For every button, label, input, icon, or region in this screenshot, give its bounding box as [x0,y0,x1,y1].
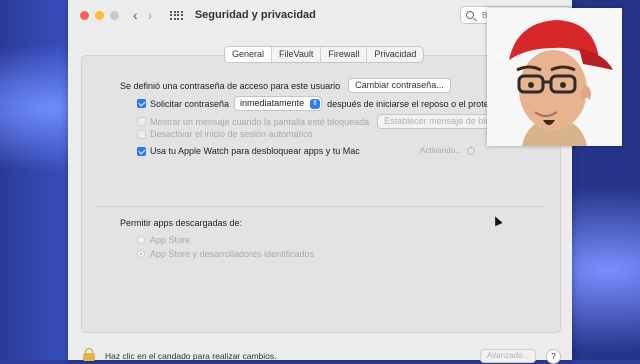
footer-bar: Haz clic en el candado para realizar cam… [68,344,572,364]
show-message-row: Mostrar un mensaje cuando la pantalla es… [137,114,518,129]
apple-watch-row: Usa tu Apple Watch para desbloquear apps… [137,146,360,156]
show-all-grid-icon[interactable] [170,10,183,20]
tab-firewall[interactable]: Firewall [320,47,366,62]
show-message-checkbox[interactable] [137,117,146,126]
radio-app-store[interactable] [137,236,145,244]
require-password-suffix: después de iniciarse el reposo o el prot… [327,98,504,109]
disable-autologin-checkbox[interactable] [137,129,146,139]
password-row: Se definió una contraseña de acceso para… [120,78,451,93]
radio-identified-label: App Store y desarrolladores identificado… [150,249,315,259]
advanced-button[interactable]: Avanzado... [480,349,537,363]
change-password-button[interactable]: Cambiar contraseña... [348,78,451,93]
apple-watch-checkbox[interactable] [137,146,146,156]
section-divider [95,206,545,207]
downloads-heading: Permitir apps descargadas de: [120,218,243,228]
window-title: Seguridad y privacidad [194,9,316,21]
require-password-select[interactable]: inmediatamente ⇕ [234,96,323,111]
zoom-button[interactable] [110,10,119,20]
close-button[interactable] [80,10,89,20]
window-controls [80,10,119,20]
activation-status: Activando... [420,146,475,155]
disable-autologin-label: Desactivar el inicio de sesión automátic… [150,129,313,139]
disable-autologin-row: Desactivar el inicio de sesión automátic… [137,129,313,139]
require-password-row: Solicitar contraseña inmediatamente ⇕ de… [137,96,504,111]
search-icon [466,11,474,19]
back-icon[interactable]: ‹ [133,8,138,22]
tab-general[interactable]: General [225,47,272,62]
require-password-value: inmediatamente [240,98,305,108]
lock-icon[interactable] [82,348,96,361]
apple-watch-label: Usa tu Apple Watch para desbloquear apps… [150,146,360,156]
minimize-button[interactable] [95,10,104,20]
downloads-heading-row: Permitir apps descargadas de: [120,218,242,228]
spinner-icon [466,146,475,155]
require-password-checkbox[interactable] [137,99,146,108]
activating-status-text: Activando... [420,146,462,155]
tab-privacy[interactable]: Privacidad [366,47,423,62]
radio-app-store-label: App Store [150,235,191,245]
webcam-overlay-avatar [487,8,622,146]
chevron-updown-icon: ⇕ [310,98,321,109]
require-password-label: Solicitar contraseña [150,98,230,109]
radio-identified-developers[interactable] [137,250,145,258]
radio-identified-row: App Store y desarrolladores identificado… [137,249,314,259]
tab-bar: General FileVault Firewall Privacidad [224,46,425,63]
tab-filevault[interactable]: FileVault [271,47,320,62]
help-button[interactable]: ? [546,349,561,364]
memoji-avatar-icon [487,8,622,146]
show-message-label: Mostrar un mensaje cuando la pantalla es… [150,116,370,127]
forward-icon[interactable]: › [148,8,153,22]
password-set-text: Se definió una contraseña de acceso para… [120,80,341,91]
radio-app-store-row: App Store [137,235,190,245]
